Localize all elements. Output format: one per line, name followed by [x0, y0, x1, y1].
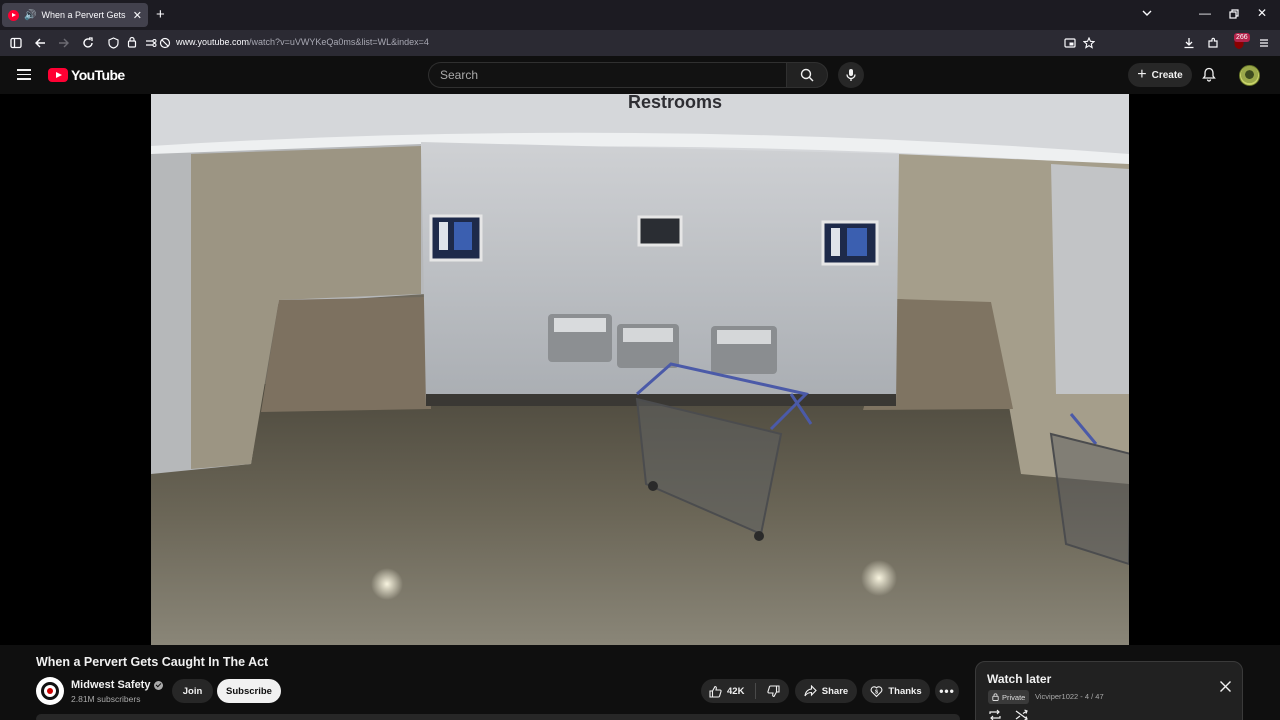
browser-tab-active[interactable]: 🔊 When a Pervert Gets Caught In The Act … — [2, 3, 148, 27]
plus-icon: + — [1137, 66, 1147, 83]
audio-playing-icon[interactable]: 🔊 — [24, 10, 36, 21]
search-icon — [800, 68, 814, 82]
join-button[interactable]: Join — [172, 679, 213, 703]
description-box[interactable] — [36, 714, 960, 720]
sidebar-toggle-icon[interactable] — [10, 37, 22, 49]
youtube-logo[interactable]: YouTube — [48, 67, 125, 83]
forward-arrow-icon[interactable] — [58, 37, 70, 49]
video-frame-surveillance-footage[interactable]: Restrooms — [151, 94, 1129, 645]
video-player[interactable]: Restrooms — [0, 94, 1280, 645]
playlist-title[interactable]: Watch later — [987, 672, 1051, 686]
channel-logo-icon — [41, 682, 59, 700]
youtube-play-logo-icon — [48, 68, 68, 82]
restrooms-sign-text: Restrooms — [628, 94, 722, 112]
playlist-owner-position: Vicviper1022 - 4 / 47 — [1035, 692, 1104, 701]
autoplay-blocked-icon[interactable] — [159, 37, 171, 49]
close-icon[interactable] — [1219, 680, 1232, 693]
reload-icon[interactable] — [82, 37, 94, 49]
subscribe-button[interactable]: Subscribe — [217, 679, 281, 703]
create-label: Create — [1151, 69, 1183, 81]
app-menu-hamburger-icon[interactable] — [1258, 37, 1270, 49]
search-button[interactable] — [786, 62, 828, 88]
close-tab-icon[interactable]: ✕ — [133, 9, 142, 22]
channel-avatar[interactable] — [36, 677, 64, 705]
notifications-bell-icon[interactable] — [1202, 67, 1216, 82]
subscriber-count: 2.81M subscribers — [71, 694, 141, 704]
address-bar[interactable]: www.youtube.com/watch?v=uVWYKeQa0ms&list… — [176, 37, 429, 47]
more-horizontal-icon: ••• — [939, 684, 955, 698]
account-avatar[interactable] — [1239, 65, 1260, 86]
privacy-label: Private — [1002, 692, 1026, 702]
browser-tab-strip: 🔊 When a Pervert Gets Caught In The Act … — [0, 0, 1280, 30]
share-label: Share — [821, 685, 849, 697]
create-button[interactable]: + Create — [1128, 63, 1192, 87]
more-actions-button[interactable]: ••• — [935, 679, 959, 703]
youtube-masthead: YouTube Search + Create — [0, 56, 1280, 94]
bookmark-star-icon[interactable] — [1083, 37, 1095, 49]
video-title: When a Pervert Gets Caught In The Act — [36, 655, 269, 669]
tab-title: When a Pervert Gets Caught In The Act — [41, 10, 127, 20]
super-thanks-heart-icon: $ — [870, 685, 883, 697]
search-input[interactable]: Search — [428, 62, 786, 88]
lock-icon[interactable] — [127, 36, 137, 48]
thumbs-up-icon[interactable] — [709, 685, 722, 698]
channel-name-link[interactable]: Midwest Safety — [71, 679, 164, 691]
like-count[interactable]: 42K — [727, 686, 744, 697]
list-all-tabs-icon[interactable] — [1141, 7, 1153, 19]
extensions-puzzle-icon[interactable] — [1207, 37, 1219, 49]
shuffle-playlist-icon[interactable] — [1015, 709, 1029, 720]
like-divider — [755, 683, 757, 699]
guide-menu-icon[interactable] — [17, 69, 31, 80]
loop-playlist-icon[interactable] — [988, 709, 1002, 720]
browser-navigation-bar: www.youtube.com/watch?v=uVWYKeQa0ms&list… — [0, 30, 1280, 56]
share-button[interactable]: Share — [795, 679, 857, 703]
thanks-label: Thanks — [888, 685, 922, 697]
verified-badge-icon — [154, 680, 164, 690]
like-dislike-group: 42K — [701, 679, 789, 703]
thanks-button[interactable]: $ Thanks — [862, 679, 930, 703]
downloads-icon[interactable] — [1183, 37, 1195, 49]
playlist-panel: Watch later Private Vicviper1022 - 4 / 4… — [975, 661, 1243, 720]
back-arrow-icon[interactable] — [34, 37, 46, 49]
youtube-logo-text: YouTube — [71, 67, 125, 83]
extension-count-badge: 266 — [1234, 33, 1250, 42]
minimize-window-icon[interactable]: — — [1199, 6, 1211, 20]
close-window-icon[interactable]: ✕ — [1257, 6, 1267, 20]
share-arrow-icon — [804, 685, 817, 697]
url-path: /watch?v=uVWYKeQa0ms&list=WL&index=4 — [249, 37, 429, 47]
url-host: www.youtube.com — [176, 37, 250, 47]
thumbs-down-icon[interactable] — [767, 684, 780, 698]
lock-icon — [992, 693, 999, 701]
microphone-icon — [846, 69, 856, 81]
picture-in-picture-icon[interactable] — [1064, 37, 1076, 49]
svg-text:$: $ — [875, 689, 878, 695]
permissions-icon[interactable] — [145, 37, 157, 49]
new-tab-button[interactable]: + — [156, 6, 165, 23]
channel-name: Midwest Safety — [71, 679, 151, 691]
youtube-favicon-icon — [8, 9, 19, 21]
voice-search-button[interactable] — [838, 62, 864, 88]
privacy-badge: Private — [988, 690, 1030, 704]
tracking-protection-shield-icon[interactable] — [108, 37, 119, 49]
restore-window-icon[interactable] — [1229, 9, 1239, 19]
